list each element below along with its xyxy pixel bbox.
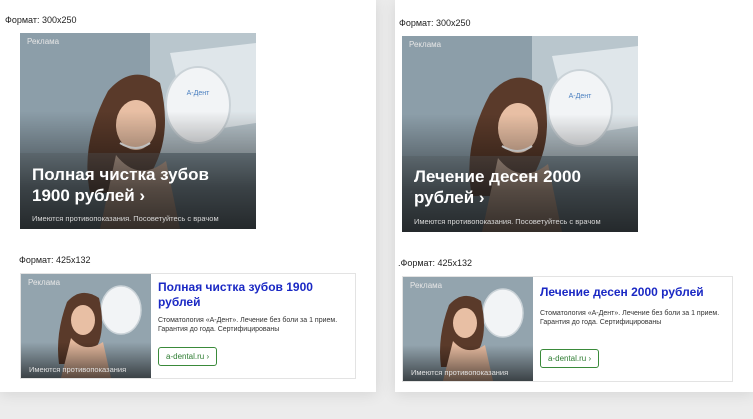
banner-headline[interactable]: Лечение десен 2000 рублей › — [414, 166, 628, 208]
unit-disclaimer: Имеются противопоказания — [29, 365, 127, 374]
site-button[interactable]: a-dental.ru › — [158, 347, 218, 366]
ad-unit-425x132[interactable]: Реклама Имеются противопоказания Полная … — [20, 273, 356, 379]
ad-label: Реклама — [27, 37, 60, 46]
unit-disclaimer: Имеются противопоказания — [411, 368, 509, 377]
format-label-small: .Формат: 425x132 — [398, 258, 473, 268]
unit-description: Стоматология «А-Дент». Лечение без боли … — [540, 310, 720, 326]
ad-preview-panel-left: Формат: 300x250 A-Дент Реклама Полная чи… — [0, 0, 376, 392]
format-label-big: Формат: 300x250 — [5, 15, 77, 25]
mirror-text: A-Дент — [187, 90, 210, 97]
banner-300x250[interactable]: A-Дент Реклама Полная чистка зубов 1900 … — [20, 33, 256, 229]
unit-title[interactable]: Лечение десен 2000 рублей — [540, 285, 726, 300]
unit-thumbnail[interactable]: Реклама Имеются противопоказания — [21, 274, 151, 378]
site-button[interactable]: a-dental.ru › — [540, 349, 600, 368]
format-label-big: Формат: 300x250 — [399, 18, 471, 28]
ad-label: Реклама — [28, 278, 61, 287]
banner-disclaimer: Имеются противопоказания. Посоветуйтесь … — [32, 214, 219, 223]
banner-disclaimer: Имеются противопоказания. Посоветуйтесь … — [414, 217, 601, 226]
unit-description: Стоматология «А-Дент». Лечение без боли … — [158, 317, 338, 333]
banner-headline[interactable]: Полная чистка зубов 1900 рублей › — [32, 164, 246, 206]
ad-label: Реклама — [409, 40, 442, 49]
mirror-text: A-Дент — [569, 93, 592, 100]
ad-preview-panel-right: Формат: 300x250 A-Дент Реклама Лечение д… — [395, 0, 753, 392]
banner-300x250[interactable]: A-Дент Реклама Лечение десен 2000 рублей… — [402, 36, 638, 232]
unit-title[interactable]: Полная чистка зубов 1900 рублей — [158, 280, 349, 310]
ad-unit-425x132[interactable]: Реклама Имеются противопоказания Лечение… — [402, 276, 733, 382]
unit-thumbnail[interactable]: Реклама Имеются противопоказания — [403, 277, 533, 381]
ad-label: Реклама — [410, 281, 443, 290]
format-label-small: Формат: 425x132 — [19, 255, 91, 265]
